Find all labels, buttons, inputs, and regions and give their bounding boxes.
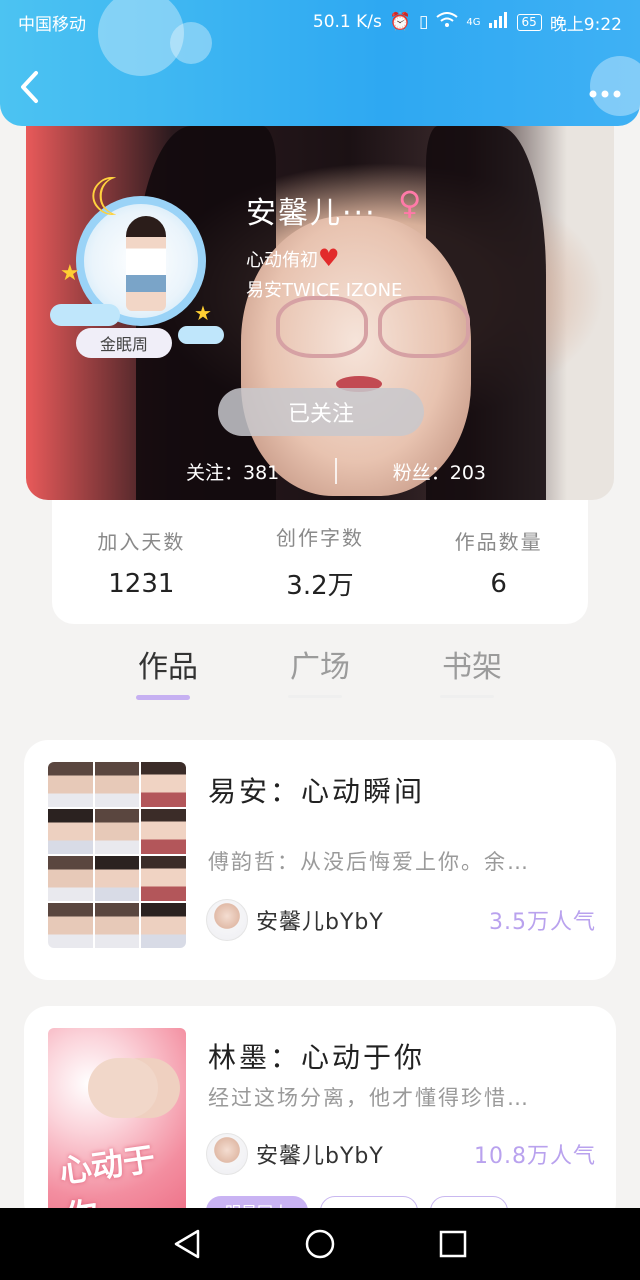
cover-collage bbox=[48, 762, 186, 948]
navigation-row bbox=[0, 60, 640, 120]
user-badge: 金眠周 bbox=[76, 328, 172, 358]
alarm-icon: ⏰ bbox=[389, 12, 412, 32]
tab-indicator bbox=[288, 695, 342, 698]
fans-count[interactable]: 粉丝：203 bbox=[393, 458, 486, 485]
stat-join-days: 加入天数 1231 bbox=[61, 526, 221, 599]
tab-indicator bbox=[440, 695, 494, 698]
status-bar: 中国移动 50.1 K/s ⏰ ▯ 4G 65 晚上9:22 bbox=[0, 0, 640, 44]
tab-label: 书架 bbox=[442, 650, 502, 685]
triangle-back-icon bbox=[174, 1229, 199, 1259]
star-icon: ★ bbox=[60, 261, 80, 286]
following-count[interactable]: 关注：381 bbox=[186, 458, 279, 485]
avatar-image bbox=[126, 216, 166, 311]
nav-recents-button[interactable] bbox=[428, 1219, 478, 1269]
back-button[interactable] bbox=[18, 70, 40, 110]
heart-icon: ♥ bbox=[318, 244, 340, 272]
tab-works[interactable]: 作品 bbox=[128, 630, 208, 710]
profile-bio-line2: 易安TWICE IZONE bbox=[246, 280, 403, 301]
follow-button[interactable]: 已关注 bbox=[218, 388, 424, 436]
work-card[interactable]: 易安：心动瞬间 傅韵哲：从没后悔爱上你。余… 安馨儿bYbY 3.5万人气 bbox=[24, 740, 616, 980]
work-title: 林墨：心动于你 bbox=[208, 1041, 426, 1074]
stat-works-count: 作品数量 6 bbox=[419, 526, 579, 599]
network-speed: 50.1 K/s bbox=[312, 12, 382, 32]
star-icon: ★ bbox=[194, 301, 212, 325]
follow-stats: 关注：381 粉丝：203 bbox=[186, 456, 486, 486]
popularity-count: 10.8万人气 bbox=[474, 1144, 596, 1169]
divider bbox=[335, 458, 337, 484]
cloud-icon bbox=[178, 326, 224, 344]
work-author-row: 安馨儿bYbY 3.5万人气 bbox=[206, 898, 596, 942]
photo-decor bbox=[276, 296, 368, 358]
stat-word-count: 创作字数 3.2万 bbox=[240, 522, 400, 602]
work-title: 易安：心动瞬间 bbox=[208, 775, 426, 808]
content-tabs: 作品 广场 书架 bbox=[0, 630, 640, 710]
stat-label: 作品数量 bbox=[454, 529, 543, 554]
tab-square[interactable]: 广场 bbox=[280, 630, 360, 710]
stat-label: 加入天数 bbox=[97, 529, 186, 554]
author-name[interactable]: 安馨儿bYbY bbox=[256, 1138, 384, 1170]
active-tab-indicator bbox=[136, 695, 190, 700]
network-type: 4G bbox=[466, 16, 481, 28]
more-options-button[interactable] bbox=[588, 75, 622, 105]
work-author-row: 安馨儿bYbY 10.8万人气 bbox=[206, 1132, 596, 1176]
circle-home-icon bbox=[305, 1229, 335, 1259]
cover-art: 心动于你 bbox=[48, 1028, 186, 1214]
profile-name: 安馨儿··· bbox=[246, 196, 377, 231]
system-navigation-bar bbox=[0, 1208, 640, 1280]
wifi-icon bbox=[436, 11, 459, 33]
stat-value: 3.2万 bbox=[286, 571, 354, 601]
cover-faces bbox=[88, 1058, 158, 1118]
gender-female-icon: ♀ bbox=[398, 184, 422, 222]
nav-home-button[interactable] bbox=[295, 1219, 345, 1269]
more-dots-icon bbox=[589, 90, 621, 98]
vibrate-icon: ▯ bbox=[419, 12, 429, 32]
author-name[interactable]: 安馨儿bYbY bbox=[256, 904, 384, 936]
header-bar: 中国移动 50.1 K/s ⏰ ▯ 4G 65 晚上9:22 bbox=[0, 0, 640, 126]
clock: 晚上9:22 bbox=[549, 14, 622, 35]
profile-header-image: ☾ ★ ★ 金眠周 安馨儿··· ♀ 心动侑初♥ 易安TWICE IZONE 已… bbox=[26, 126, 614, 500]
battery-icon: 65 bbox=[516, 13, 542, 31]
stat-label: 创作字数 bbox=[275, 526, 364, 550]
author-avatar[interactable] bbox=[206, 899, 248, 941]
work-description: 傅韵哲：从没后悔爱上你。余… bbox=[208, 850, 530, 874]
author-avatar[interactable] bbox=[206, 1133, 248, 1175]
tab-label: 广场 bbox=[290, 650, 350, 685]
cloud-icon bbox=[50, 304, 120, 326]
work-cover-image[interactable] bbox=[48, 762, 186, 948]
popularity-count: 3.5万人气 bbox=[489, 910, 596, 935]
work-description: 经过这场分离，他才懂得珍惜… bbox=[208, 1086, 530, 1110]
tab-label: 作品 bbox=[138, 650, 198, 685]
signal-icon bbox=[488, 11, 509, 33]
photo-decor bbox=[378, 296, 470, 358]
status-indicators: 50.1 K/s ⏰ ▯ 4G 65 晚上9:22 bbox=[313, 10, 622, 35]
user-avatar[interactable]: ☾ ★ ★ bbox=[50, 168, 224, 344]
stat-value: 1231 bbox=[108, 568, 175, 599]
stat-value: 6 bbox=[490, 568, 507, 599]
moon-icon: ☾ bbox=[88, 168, 135, 228]
square-recents-icon bbox=[440, 1230, 467, 1258]
bio-text: 心动侑初 bbox=[246, 250, 318, 271]
stats-card: 加入天数 1231 创作字数 3.2万 作品数量 6 bbox=[52, 500, 588, 624]
tab-bookshelf[interactable]: 书架 bbox=[432, 630, 512, 710]
carrier-label: 中国移动 bbox=[18, 14, 86, 35]
work-cover-image[interactable]: 心动于你 bbox=[48, 1028, 186, 1214]
nav-back-button[interactable] bbox=[162, 1219, 212, 1269]
work-card[interactable]: 心动于你 林墨：心动于你 经过这场分离，他才懂得珍惜… 安馨儿bYbY 10.8… bbox=[24, 1006, 616, 1226]
cover-title-art: 心动于你 bbox=[57, 1139, 158, 1214]
profile-bio-line1: 心动侑初♥ bbox=[246, 244, 340, 272]
chevron-left-icon bbox=[21, 71, 38, 103]
